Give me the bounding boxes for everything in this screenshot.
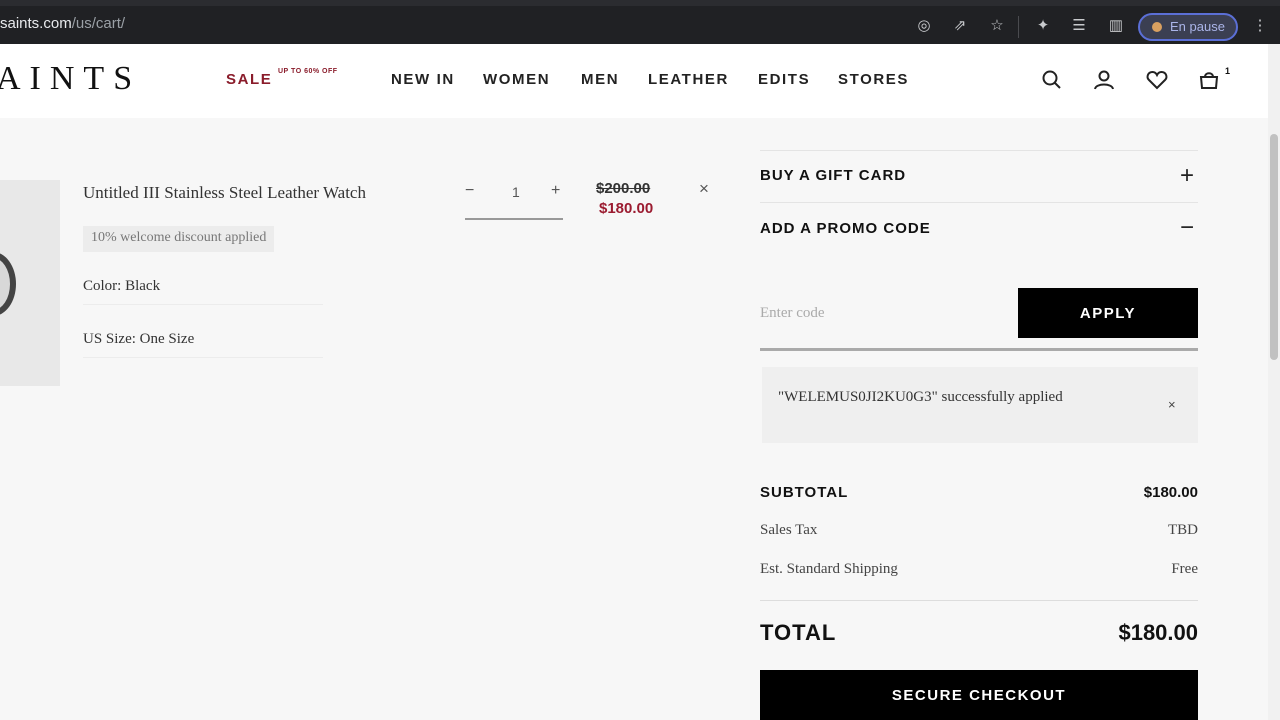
shipping-value: Free bbox=[1171, 561, 1198, 577]
quantity-stepper: − 1 + bbox=[465, 178, 563, 220]
url-path: /us/cart/ bbox=[71, 15, 126, 32]
nav-leather[interactable]: LEATHER bbox=[648, 71, 729, 88]
url-host: saints.com bbox=[0, 15, 72, 32]
sale-tag: UP TO 60% OFF bbox=[278, 68, 338, 75]
promo-code-input[interactable] bbox=[760, 288, 1010, 338]
discount-badge: 10% welcome discount applied bbox=[83, 226, 275, 252]
nav-men[interactable]: MEN bbox=[581, 71, 619, 88]
bag-icon[interactable] bbox=[1197, 68, 1221, 92]
site-logo[interactable]: AINTS bbox=[0, 60, 141, 98]
watch-image bbox=[0, 252, 16, 316]
share-icon[interactable]: ⇗ bbox=[950, 16, 970, 36]
cart-count-badge: 1 bbox=[1225, 66, 1231, 76]
remove-item-button[interactable]: × bbox=[699, 179, 709, 199]
account-icon[interactable] bbox=[1092, 68, 1116, 92]
nav-edits[interactable]: EDITS bbox=[758, 71, 810, 88]
page-scrollbar[interactable] bbox=[1268, 44, 1280, 720]
gift-card-accordion[interactable]: BUY A GIFT CARD bbox=[760, 167, 906, 184]
nav-sale[interactable]: SALE bbox=[226, 71, 272, 88]
nav-women[interactable]: WOMEN bbox=[483, 71, 550, 88]
apply-button[interactable]: APPLY bbox=[1018, 288, 1198, 338]
profile-button[interactable]: En pause bbox=[1138, 13, 1238, 41]
product-image[interactable] bbox=[0, 180, 60, 386]
wishlist-icon[interactable] bbox=[1145, 68, 1169, 92]
product-title[interactable]: Untitled III Stainless Steel Leather Wat… bbox=[83, 183, 366, 203]
sales-tax-value: TBD bbox=[1168, 522, 1198, 538]
site-header: AINTS SALE UP TO 60% OFF NEW IN WOMEN ME… bbox=[0, 44, 1268, 118]
attribute-divider bbox=[83, 304, 323, 305]
profile-label: En pause bbox=[1170, 19, 1225, 34]
minus-icon[interactable]: − bbox=[1180, 216, 1194, 240]
profile-avatar bbox=[1152, 22, 1162, 32]
sales-tax-label: Sales Tax bbox=[760, 522, 818, 538]
side-panel-icon[interactable]: ▥ bbox=[1106, 16, 1126, 36]
promo-code-accordion[interactable]: ADD A PROMO CODE bbox=[760, 220, 931, 237]
divider bbox=[760, 202, 1198, 203]
extensions-puzzle-icon[interactable]: ✦ bbox=[1033, 16, 1053, 36]
nav-stores[interactable]: STORES bbox=[838, 71, 909, 88]
scrollbar-thumb[interactable] bbox=[1270, 134, 1278, 360]
sale-price: $180.00 bbox=[599, 200, 654, 217]
search-icon[interactable] bbox=[1040, 68, 1064, 92]
qty-decrease-button[interactable]: − bbox=[465, 182, 474, 200]
kebab-menu-icon[interactable]: ⋮ bbox=[1250, 16, 1270, 36]
plus-icon[interactable]: + bbox=[1180, 164, 1194, 188]
product-color: Color: Black bbox=[83, 278, 161, 294]
browser-toolbar: saints.com/us/cart/ ◎ ⇗ ☆ ✦ ☰ ▥ En pause… bbox=[0, 0, 1280, 44]
subtotal-label: SUBTOTAL bbox=[760, 484, 849, 501]
reading-list-icon[interactable]: ☰ bbox=[1069, 16, 1089, 36]
total-value: $180.00 bbox=[1118, 620, 1198, 645]
google-lens-icon[interactable]: ◎ bbox=[914, 16, 934, 36]
divider bbox=[760, 150, 1198, 151]
product-size: US Size: One Size bbox=[83, 331, 195, 347]
promo-input-underline bbox=[760, 348, 1198, 351]
close-icon[interactable]: × bbox=[1168, 397, 1176, 412]
total-label: TOTAL bbox=[760, 620, 837, 645]
divider bbox=[760, 600, 1198, 601]
qty-value[interactable]: 1 bbox=[512, 184, 520, 200]
address-bar[interactable]: saints.com/us/cart/ bbox=[0, 15, 125, 32]
promo-applied-notice: "WELEMUS0JI2KU0G3" successfully applied … bbox=[762, 367, 1198, 443]
original-price: $200.00 bbox=[596, 180, 651, 197]
toolbar-divider bbox=[1018, 16, 1019, 38]
nav-new-in[interactable]: NEW IN bbox=[391, 71, 455, 88]
promo-applied-text: "WELEMUS0JI2KU0G3" successfully applied bbox=[778, 389, 1063, 405]
attribute-divider bbox=[83, 357, 323, 358]
secure-checkout-button[interactable]: SECURE CHECKOUT bbox=[760, 670, 1198, 720]
bookmark-star-icon[interactable]: ☆ bbox=[987, 16, 1007, 36]
subtotal-value: $180.00 bbox=[1143, 484, 1198, 501]
qty-increase-button[interactable]: + bbox=[551, 182, 560, 200]
shipping-label: Est. Standard Shipping bbox=[760, 561, 898, 577]
